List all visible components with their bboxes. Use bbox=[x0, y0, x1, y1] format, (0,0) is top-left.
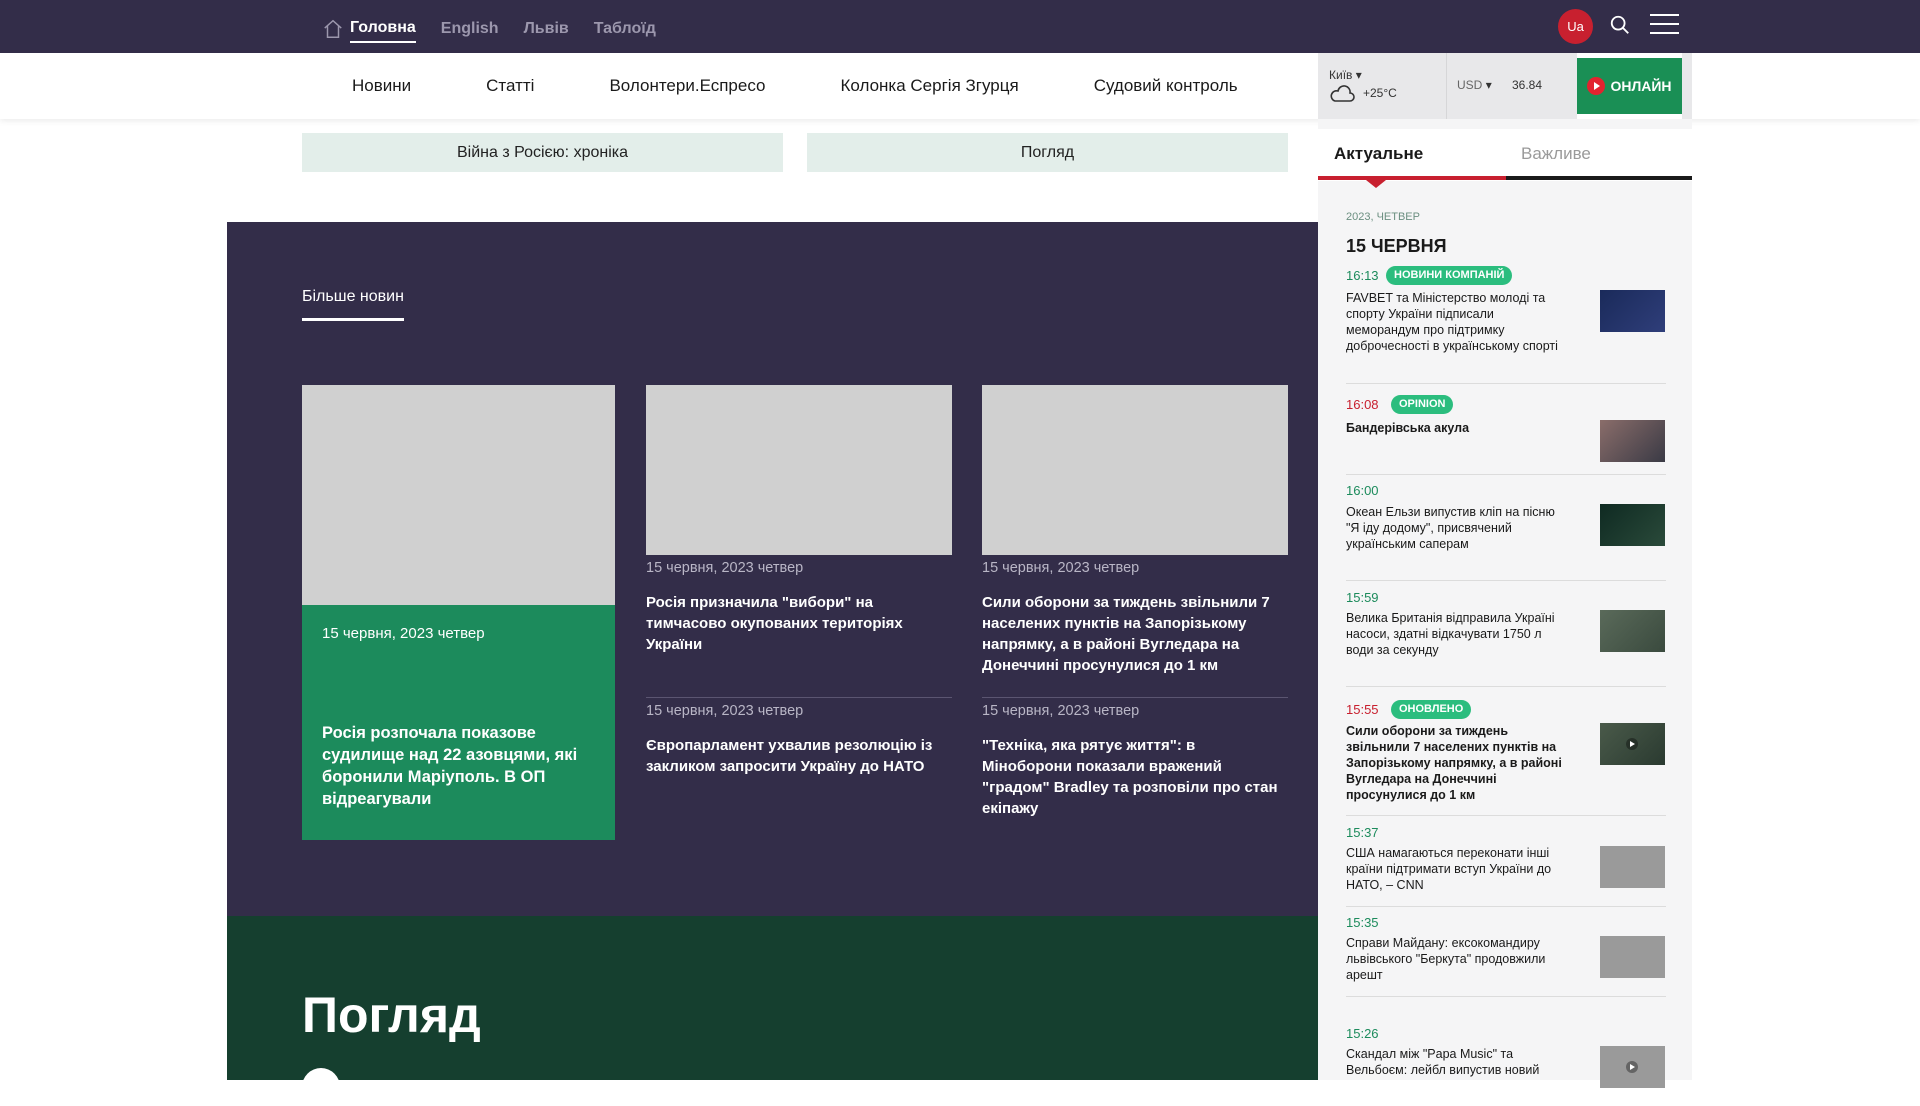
currency-select[interactable]: USD ▾ bbox=[1457, 78, 1492, 92]
feed-day-heading: 15 ЧЕРВНЯ bbox=[1346, 236, 1447, 256]
news-headline[interactable]: Справи Майдану: ексокомандиру львівськог… bbox=[1346, 935, 1571, 983]
news-thumbnail[interactable] bbox=[1600, 420, 1665, 462]
news-thumbnail[interactable] bbox=[1600, 723, 1665, 765]
article-title[interactable]: Росія розпочала показове судилище над 22… bbox=[322, 722, 602, 810]
menu-icon[interactable] bbox=[1650, 14, 1679, 36]
news-headline[interactable]: Сили оборони за тиждень звільнили 7 насе… bbox=[1346, 723, 1571, 803]
nav-zgurets-column[interactable]: Колонка Сергія Згурця bbox=[840, 76, 1018, 96]
news-time: 15:55 bbox=[1346, 702, 1379, 717]
article-title[interactable]: Європарламент ухвалив резолюцію із закли… bbox=[646, 735, 956, 777]
article-date: 15 червня, 2023 четвер bbox=[646, 703, 804, 719]
featured-article-card[interactable]: 15 червня, 2023 четвер Росія розпочала п… bbox=[302, 385, 615, 840]
news-time: 16:08 bbox=[1346, 397, 1379, 412]
news-headline[interactable]: Океан Ельзи випустив кліп на пісню "Я ід… bbox=[1346, 504, 1571, 552]
news-headline[interactable]: США намагаються переконати інші країни п… bbox=[1346, 845, 1571, 893]
news-time: 15:37 bbox=[1346, 825, 1379, 840]
article-image[interactable] bbox=[646, 385, 952, 555]
top-nav-tabloid[interactable]: Таблоїд bbox=[594, 14, 656, 44]
category-badge[interactable]: ОНОВЛЕНО bbox=[1391, 700, 1472, 719]
weather-city[interactable]: Київ ▾ bbox=[1329, 68, 1362, 82]
chevron-down-icon: ▾ bbox=[1485, 78, 1492, 92]
play-icon bbox=[1626, 738, 1638, 750]
search-icon[interactable] bbox=[1609, 14, 1631, 36]
feed-tabs: Актуальне Важливе bbox=[1318, 129, 1692, 188]
nav-volunteers[interactable]: Волонтери.Еспресо bbox=[609, 76, 765, 96]
home-icon[interactable] bbox=[322, 18, 344, 40]
top-bar: Головна English Львів Таблоїд Ua bbox=[0, 0, 1920, 53]
article-date: 15 червня, 2023 четвер bbox=[982, 560, 1140, 576]
cloud-icon bbox=[1330, 85, 1355, 102]
language-switch[interactable]: Ua bbox=[1558, 9, 1593, 44]
article-image[interactable] bbox=[302, 385, 615, 605]
tab-important[interactable]: Важливе bbox=[1521, 144, 1591, 164]
category-badge[interactable]: НОВИНИ КОМПАНІЙ bbox=[1386, 266, 1513, 285]
article-date: 15 червня, 2023 четвер bbox=[322, 625, 485, 642]
article-title[interactable]: Росія призначила "вибори" на тимчасово о… bbox=[646, 592, 946, 655]
currency-widget[interactable]: USD ▾ 36.84 bbox=[1447, 53, 1577, 119]
play-icon bbox=[1587, 77, 1606, 95]
news-headline[interactable]: FAVBET та Міністерство молоді та спорту … bbox=[1346, 290, 1571, 354]
news-thumbnail[interactable] bbox=[1600, 504, 1665, 546]
top-nav-home[interactable]: Головна bbox=[350, 15, 416, 43]
news-thumbnail[interactable] bbox=[1600, 610, 1665, 652]
currency-rate: 36.84 bbox=[1512, 78, 1543, 92]
play-icon bbox=[1626, 1061, 1638, 1073]
weather-widget[interactable]: Київ ▾ +25°C bbox=[1318, 53, 1447, 119]
news-time: 15:26 bbox=[1346, 1026, 1379, 1041]
article-title[interactable]: Сили оборони за тиждень звільнили 7 насе… bbox=[982, 592, 1288, 676]
top-nav-english[interactable]: English bbox=[441, 14, 499, 44]
author-avatar[interactable] bbox=[302, 1068, 340, 1106]
news-thumbnail[interactable] bbox=[1600, 846, 1665, 888]
news-thumbnail[interactable] bbox=[1600, 1046, 1665, 1088]
nav-news[interactable]: Новини bbox=[352, 76, 411, 96]
news-time: 16:00 bbox=[1346, 483, 1379, 498]
tab-actual[interactable]: Актуальне bbox=[1334, 144, 1423, 164]
news-headline[interactable]: Бандерівська акула bbox=[1346, 420, 1571, 436]
article-date: 15 червня, 2023 четвер bbox=[982, 703, 1140, 719]
weather-temp: +25°C bbox=[1363, 86, 1397, 100]
top-nav: Головна English Львів Таблоїд bbox=[322, 14, 681, 44]
nav-court-control[interactable]: Судовий контроль bbox=[1094, 76, 1238, 96]
news-time: 16:13 bbox=[1346, 268, 1379, 283]
news-time: 15:35 bbox=[1346, 915, 1379, 930]
news-headline[interactable]: Велика Британія відправила Україні насос… bbox=[1346, 610, 1571, 658]
category-war-chronicle[interactable]: Війна з Росією: хроніка bbox=[302, 133, 783, 172]
article-image[interactable] bbox=[982, 385, 1288, 555]
article-title[interactable]: "Техніка, яка рятує життя": в Міноборони… bbox=[982, 735, 1282, 819]
pohliad-section: Погляд bbox=[227, 916, 1318, 1106]
news-thumbnail[interactable] bbox=[1600, 936, 1665, 978]
feed-date-label: 2023, ЧЕТВЕР bbox=[1346, 211, 1420, 223]
category-pohliad[interactable]: Погляд bbox=[807, 133, 1288, 172]
section-heading[interactable]: Погляд bbox=[302, 986, 481, 1044]
article-date: 15 червня, 2023 четвер bbox=[646, 560, 804, 576]
news-thumbnail[interactable] bbox=[1600, 290, 1665, 332]
news-time: 15:59 bbox=[1346, 590, 1379, 605]
nav-articles[interactable]: Статті bbox=[486, 76, 534, 96]
news-headline[interactable]: Скандал між "Papa Music" та Вельбоєм: ле… bbox=[1346, 1046, 1571, 1078]
more-news-heading[interactable]: Більше новин bbox=[302, 288, 404, 321]
chevron-down-icon: ▾ bbox=[1355, 68, 1362, 82]
online-button[interactable]: ОНЛАЙН bbox=[1577, 58, 1682, 114]
top-nav-lviv[interactable]: Львів bbox=[524, 14, 569, 44]
divider bbox=[646, 697, 952, 698]
category-badge[interactable]: OPINION bbox=[1391, 395, 1454, 414]
divider bbox=[982, 697, 1288, 698]
